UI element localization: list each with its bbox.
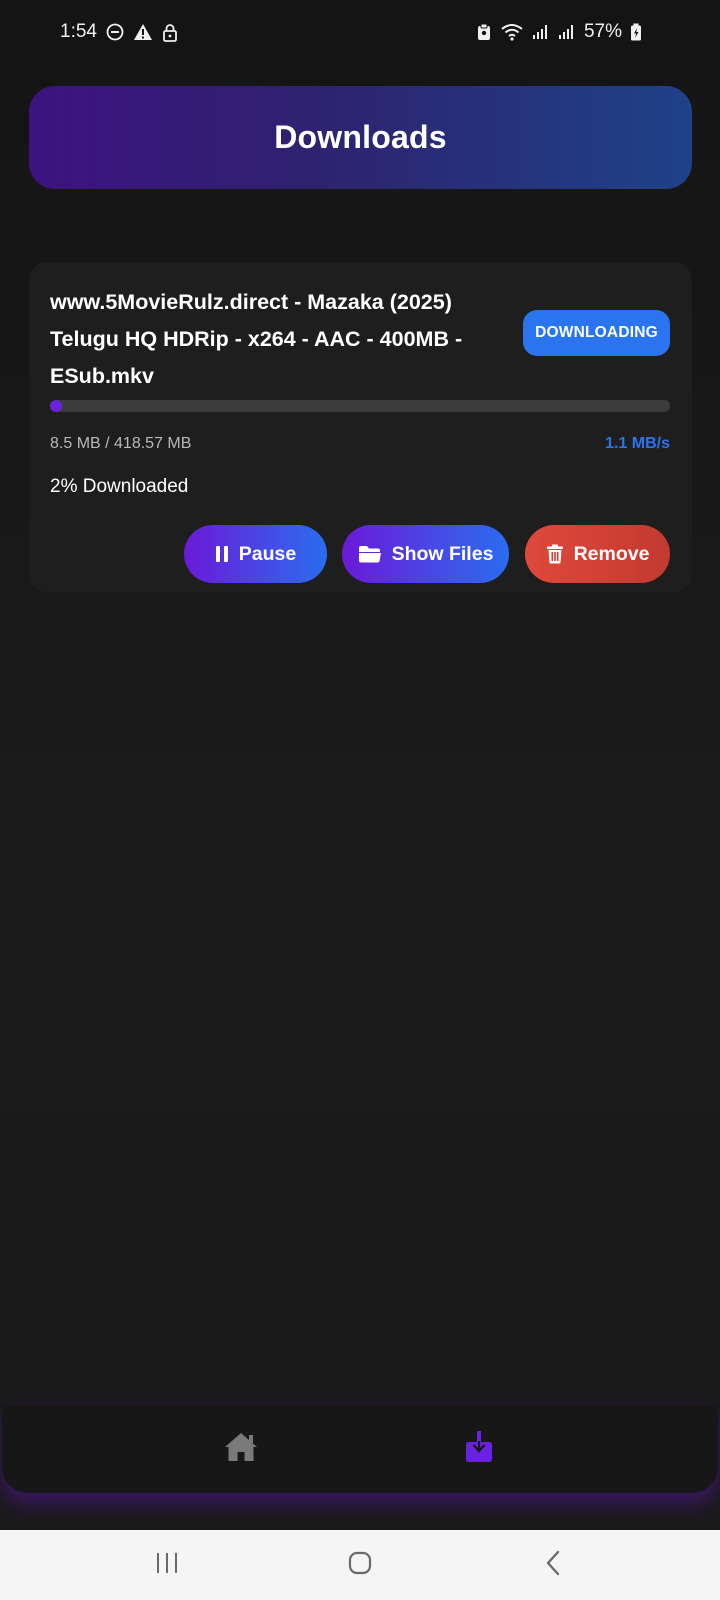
recents-button[interactable] xyxy=(127,1540,207,1590)
speed-text: 1.1 MB/s xyxy=(605,435,670,452)
remove-label: Remove xyxy=(573,542,650,565)
pause-button[interactable]: Pause xyxy=(184,525,327,583)
show-files-label: Show Files xyxy=(391,542,494,565)
status-badge: DOWNLOADING xyxy=(523,310,670,356)
status-time: 1:54 xyxy=(60,21,97,42)
clipboard-icon xyxy=(476,23,492,41)
home-circle-icon xyxy=(348,1551,372,1580)
lock-icon xyxy=(162,23,178,42)
signal-icon xyxy=(532,24,550,40)
nav-home[interactable] xyxy=(211,1419,271,1479)
back-icon xyxy=(545,1550,561,1581)
progress-bar xyxy=(50,400,670,412)
home-nav-button[interactable] xyxy=(320,1540,400,1590)
percent-text: 2% Downloaded xyxy=(50,476,189,497)
battery-charging-icon xyxy=(630,23,642,41)
wifi-icon xyxy=(500,23,524,41)
progress-fill xyxy=(50,400,63,412)
recents-icon xyxy=(155,1552,179,1579)
status-bar: 1:54 57% xyxy=(0,0,720,64)
system-nav-bar xyxy=(0,1530,720,1600)
do-not-disturb-icon xyxy=(106,23,124,41)
battery-percent: 57% xyxy=(583,21,622,42)
downloads-screen: 1:54 57% Downloads www.5MovieRulz.direct… xyxy=(0,0,720,1600)
page-title: Downloads xyxy=(274,119,447,155)
download-icon xyxy=(464,1430,494,1469)
home-icon xyxy=(223,1431,259,1468)
nav-downloads[interactable] xyxy=(449,1419,509,1479)
file-name: www.5MovieRulz.direct - Mazaka (2025) Te… xyxy=(50,290,463,388)
pause-label: Pause xyxy=(238,542,297,565)
bottom-nav xyxy=(2,1405,718,1493)
warning-icon xyxy=(133,23,153,41)
remove-button[interactable]: Remove xyxy=(525,525,670,583)
status-bar-left: 1:54 xyxy=(60,21,178,43)
signal-icon xyxy=(558,24,576,40)
status-bar-right: 57% xyxy=(476,21,642,43)
size-text: 8.5 MB / 418.57 MB xyxy=(50,435,192,452)
download-card: www.5MovieRulz.direct - Mazaka (2025) Te… xyxy=(29,262,692,592)
trash-icon xyxy=(546,544,564,564)
header-banner: Downloads xyxy=(29,86,692,189)
pause-icon xyxy=(215,545,229,563)
back-button[interactable] xyxy=(513,1540,593,1590)
show-files-button[interactable]: Show Files xyxy=(342,525,509,583)
folder-open-icon xyxy=(358,545,382,563)
